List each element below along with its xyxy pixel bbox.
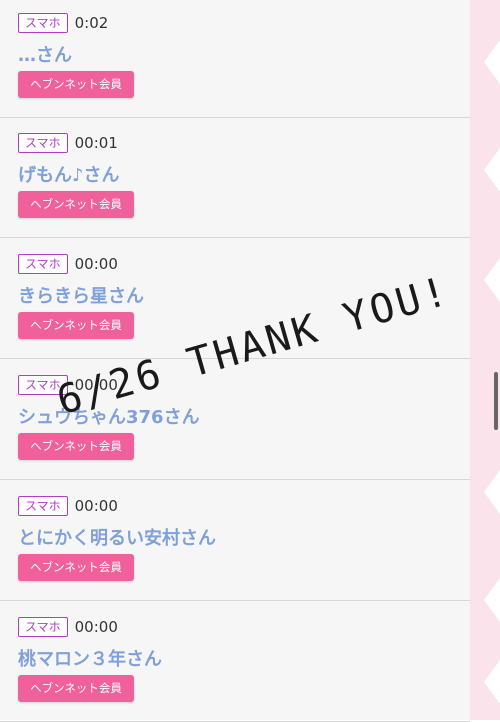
visitor-name[interactable]: とにかく明るい安村さん [18, 524, 216, 550]
member-button[interactable]: ヘブンネット会員 [18, 554, 134, 581]
visit-time: 00:00 [74, 618, 118, 636]
device-badge: スマホ [18, 496, 68, 516]
zigzag-triangle [484, 258, 500, 302]
device-badge: スマホ [18, 13, 68, 33]
member-button[interactable]: ヘブンネット会員 [18, 433, 134, 460]
entry-meta: スマホ 00:00 [18, 616, 118, 638]
device-badge: スマホ [18, 254, 68, 274]
zigzag-triangle [484, 660, 500, 704]
visitor-entry: スマホ 00:01 げもん♪さん ヘブンネット会員 [0, 118, 470, 238]
zigzag-triangle [484, 148, 500, 192]
zigzag-triangle [484, 470, 500, 514]
visitor-name[interactable]: きらきら星さん [18, 282, 144, 308]
visitor-name[interactable]: 桃マロン３年さん [18, 645, 162, 671]
entry-meta: スマホ 0:02 [18, 12, 108, 34]
side-decoration [470, 0, 500, 720]
visitor-entry: スマホ 0:02 …さん ヘブンネット会員 [0, 0, 470, 118]
zigzag-triangle [484, 578, 500, 622]
zigzag-pattern [484, 40, 500, 704]
visitor-entry: スマホ 00:00 とにかく明るい安村さん ヘブンネット会員 [0, 481, 470, 601]
entry-meta: スマホ 00:00 [18, 495, 118, 517]
device-badge: スマホ [18, 133, 68, 153]
member-button[interactable]: ヘブンネット会員 [18, 191, 134, 218]
member-button[interactable]: ヘブンネット会員 [18, 312, 134, 339]
zigzag-triangle [484, 40, 500, 84]
visit-time: 00:00 [74, 255, 118, 273]
visitor-entry: スマホ 00:00 桃マロン３年さん ヘブンネット会員 [0, 602, 470, 722]
visitor-name[interactable]: …さん [18, 41, 72, 67]
visitor-name[interactable]: げもん♪さん [18, 161, 120, 187]
member-button[interactable]: ヘブンネット会員 [18, 675, 134, 702]
visit-time: 00:00 [74, 497, 118, 515]
scrollbar-thumb[interactable] [494, 372, 498, 430]
device-badge: スマホ [18, 617, 68, 637]
visit-time: 00:01 [74, 134, 118, 152]
entry-meta: スマホ 00:01 [18, 132, 118, 154]
entry-meta: スマホ 00:00 [18, 253, 118, 275]
visit-time: 0:02 [74, 14, 109, 32]
member-button[interactable]: ヘブンネット会員 [18, 71, 134, 98]
